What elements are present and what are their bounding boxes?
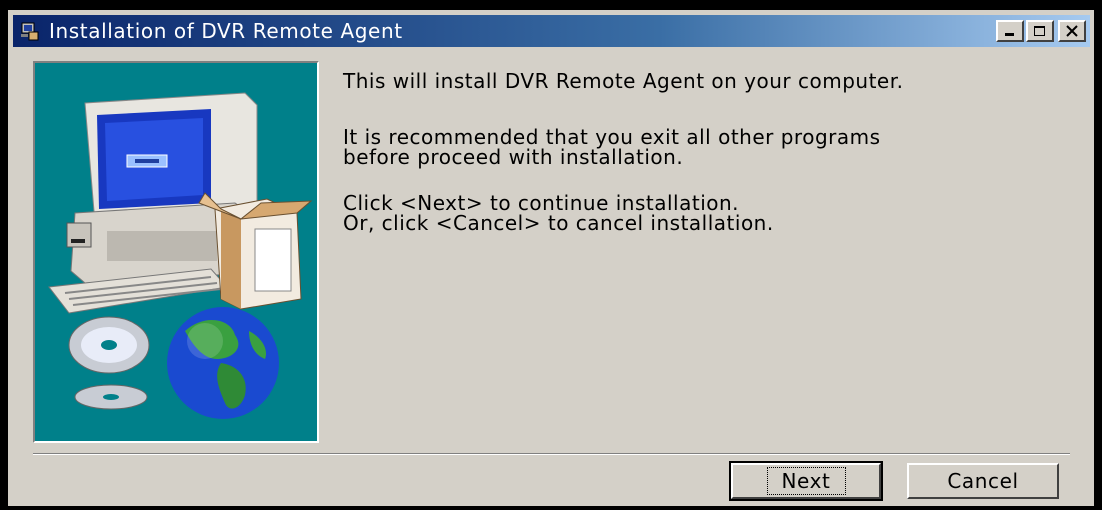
cancel-button[interactable]: Cancel: [907, 463, 1059, 499]
button-divider: [33, 453, 1070, 455]
install-intro-text: This will install DVR Remote Agent on yo…: [343, 69, 904, 93]
installer-app-icon: [21, 22, 39, 41]
recommendation-text-line2: before proceed with installation.: [343, 145, 684, 169]
recommendation-text-line1: It is recommended that you exit all othe…: [343, 125, 881, 149]
installer-window: Installation of DVR Remote Agent This wi…: [8, 10, 1094, 506]
window-title: Installation of DVR Remote Agent: [49, 19, 403, 43]
cd-discs-graphic: [68, 316, 150, 410]
minimize-icon: [1005, 33, 1014, 36]
minimize-button[interactable]: [996, 20, 1024, 42]
cancel-button-label: Cancel: [947, 469, 1019, 493]
window-controls: [996, 20, 1086, 42]
close-icon: [1066, 25, 1078, 37]
instruction-text-line1: Click <Next> to continue installation.: [343, 191, 740, 215]
maximize-button[interactable]: [1026, 20, 1054, 42]
next-button[interactable]: Next: [729, 461, 883, 501]
installer-illustration-panel: [33, 61, 319, 443]
globe-graphic: [167, 307, 279, 419]
next-button-label: Next: [766, 467, 846, 495]
instruction-text-line2: Or, click <Cancel> to cancel installatio…: [343, 211, 774, 235]
maximize-icon: [1034, 26, 1045, 36]
close-button[interactable]: [1058, 20, 1086, 42]
title-bar[interactable]: Installation of DVR Remote Agent: [13, 15, 1090, 47]
computer-and-globe-illustration: [48, 92, 313, 419]
